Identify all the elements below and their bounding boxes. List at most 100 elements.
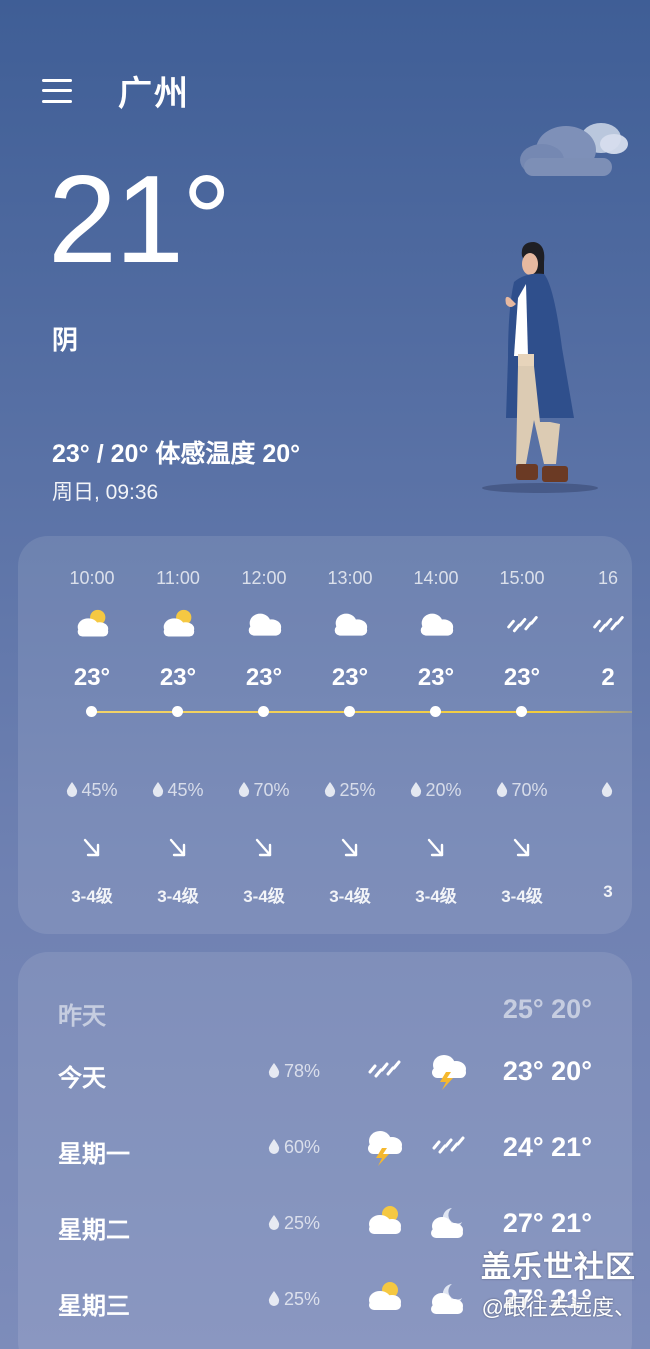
hour-time: 15:00 bbox=[499, 568, 545, 588]
day-temperature-range: 27° 21° bbox=[502, 1208, 592, 1238]
droplet-icon bbox=[238, 780, 253, 800]
temperature-point bbox=[86, 706, 97, 717]
person-illustration bbox=[482, 242, 598, 493]
precipitation-value: 70% bbox=[253, 780, 290, 800]
rain-icon bbox=[501, 606, 543, 640]
hour-time: 13:00 bbox=[327, 568, 373, 588]
droplet-icon bbox=[601, 780, 616, 800]
city-name[interactable]: 广州 bbox=[118, 66, 190, 115]
cloudy-icon bbox=[329, 606, 371, 640]
precipitation-value: 25% bbox=[284, 1289, 321, 1309]
wind-level: 3-4级 bbox=[243, 887, 285, 906]
current-condition: 阴 bbox=[52, 325, 79, 355]
precipitation-value: 78% bbox=[284, 1061, 321, 1081]
hourly-item: 10:00 23° 45% 3-4级 bbox=[49, 536, 135, 934]
droplet-icon bbox=[268, 1061, 284, 1081]
daily-item[interactable]: 星期一 60% 24° 21° bbox=[18, 1120, 632, 1180]
precipitation-chance: 20% bbox=[393, 780, 479, 801]
current-temperature: 21° bbox=[48, 151, 232, 289]
partly-cloudy-icon bbox=[362, 1202, 406, 1242]
temperature-point bbox=[430, 706, 441, 717]
menu-icon[interactable] bbox=[42, 78, 72, 103]
daily-item[interactable]: 今天 78% 23° 20° bbox=[18, 1044, 632, 1104]
rain-icon bbox=[587, 606, 629, 640]
precipitation-chance: 45% bbox=[135, 780, 221, 801]
partly-cloudy-icon bbox=[71, 606, 113, 640]
hourly-item: 14:00 23° 20% 3-4级 bbox=[393, 536, 479, 934]
precipitation-value: 25% bbox=[284, 1213, 321, 1233]
hour-time: 10:00 bbox=[69, 568, 115, 588]
day-temperature-range: 24° 21° bbox=[502, 1132, 592, 1162]
hourly-item: 16 2 3 bbox=[565, 536, 632, 934]
wind-direction-icon bbox=[166, 836, 190, 860]
wind-level: 3-4级 bbox=[71, 887, 113, 906]
watermark-main: 盖乐世社区 bbox=[481, 1251, 636, 1284]
wind-direction-icon bbox=[338, 836, 362, 860]
day-name: 昨天 bbox=[58, 1003, 106, 1030]
watermark-sub: @跟往去远度、 bbox=[481, 1295, 636, 1320]
day-temperature-range: 25° 20° bbox=[502, 994, 592, 1024]
wind-level: 3-4级 bbox=[157, 887, 199, 906]
temperature-point bbox=[344, 706, 355, 717]
temperature-point bbox=[172, 706, 183, 717]
precipitation-chance: 78% bbox=[268, 1061, 320, 1082]
precipitation-value: 60% bbox=[284, 1137, 321, 1157]
droplet-icon bbox=[268, 1289, 284, 1309]
thunderstorm-icon bbox=[426, 1050, 470, 1090]
hourly-item: 12:00 23° 70% 3-4级 bbox=[221, 536, 307, 934]
wind-direction-icon bbox=[252, 836, 276, 860]
temperature-point bbox=[258, 706, 269, 717]
hourly-item: 15:00 23° 70% 3-4级 bbox=[479, 536, 565, 934]
temperature-range: 23° / 20° 体感温度 20° bbox=[52, 440, 301, 468]
hour-temperature: 23° bbox=[159, 664, 197, 691]
watermark: 盖乐世社区 @跟往去远度、 bbox=[440, 1242, 636, 1322]
cloudy-icon bbox=[243, 606, 285, 640]
precipitation-chance: 70% bbox=[221, 780, 307, 801]
cloudy-icon bbox=[415, 606, 457, 640]
wind-level: 3-4级 bbox=[329, 887, 371, 906]
hourly-forecast-card[interactable]: 10:00 23° 45% 3-4级 11:00 23° 45% 3-4级 12:0… bbox=[18, 536, 632, 934]
hour-temperature: 23° bbox=[503, 664, 541, 691]
hour-time: 11:00 bbox=[156, 568, 200, 588]
temperature-point bbox=[516, 706, 527, 717]
hour-time: 14:00 bbox=[413, 568, 459, 588]
hour-time: 12:00 bbox=[241, 568, 287, 588]
rain-icon bbox=[362, 1050, 406, 1090]
day-name: 星期三 bbox=[58, 1293, 130, 1320]
day-name: 星期一 bbox=[58, 1141, 130, 1168]
thunderstorm-icon bbox=[362, 1126, 406, 1166]
wind-level: 3 bbox=[603, 882, 613, 901]
day-name: 今天 bbox=[58, 1065, 106, 1092]
update-time: 周日, 09:36 bbox=[52, 481, 159, 504]
hour-temperature: 23° bbox=[245, 664, 283, 691]
wind-direction-icon bbox=[596, 836, 620, 860]
droplet-icon bbox=[152, 780, 167, 800]
daily-item[interactable]: 昨天 25° 20° bbox=[18, 982, 632, 1042]
precipitation-value: 70% bbox=[511, 780, 548, 800]
droplet-icon bbox=[324, 780, 339, 800]
droplet-icon bbox=[496, 780, 511, 800]
hour-time: 16 bbox=[597, 568, 619, 588]
droplet-icon bbox=[410, 780, 425, 800]
precipitation-chance: 60% bbox=[268, 1137, 320, 1158]
hour-temperature: 23° bbox=[331, 664, 369, 691]
precipitation-chance: 70% bbox=[479, 780, 565, 801]
hourly-item: 13:00 23° 25% 3-4级 bbox=[307, 536, 393, 934]
droplet-icon bbox=[268, 1213, 284, 1233]
rain-icon bbox=[426, 1126, 470, 1166]
hour-temperature: 23° bbox=[73, 664, 111, 691]
precipitation-value: 25% bbox=[339, 780, 376, 800]
hour-temperature: 2 bbox=[601, 664, 615, 691]
precipitation-value: 45% bbox=[167, 780, 204, 800]
wind-direction-icon bbox=[510, 836, 534, 860]
precipitation-chance: 25% bbox=[268, 1213, 320, 1234]
droplet-icon bbox=[66, 780, 81, 800]
precipitation-chance: 45% bbox=[49, 780, 135, 801]
partly-cloudy-icon bbox=[157, 606, 199, 640]
cloudy-night-icon bbox=[426, 1202, 470, 1242]
precipitation-value: 20% bbox=[425, 780, 462, 800]
wind-direction-icon bbox=[424, 836, 448, 860]
partly-cloudy-icon bbox=[362, 1278, 406, 1318]
precipitation-chance: 25% bbox=[268, 1289, 320, 1310]
wind-level: 3-4级 bbox=[501, 887, 543, 906]
